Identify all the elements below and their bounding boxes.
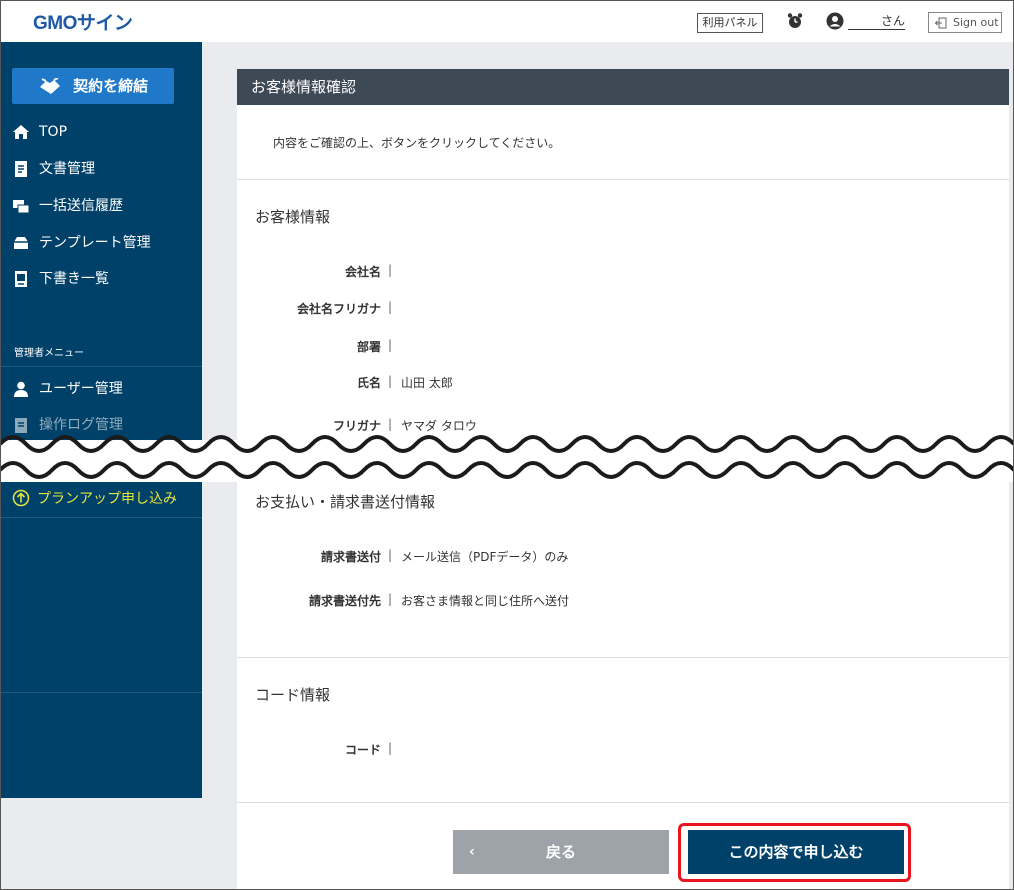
chevron-left-icon: ‹ [469,844,475,860]
field-separator: | [388,338,393,352]
sidebar-item-bulk-send[interactable]: 一括送信履歴 [12,195,123,217]
field-label-company: 会社名 [344,265,381,279]
top-header: GMOサイン 利用パネル さん Sign out [0,0,1014,42]
sidebar-item-label: テンプレート管理 [39,235,151,251]
template-icon [14,237,28,249]
field-label-invoice-delivery: 請求書送付 [320,550,381,564]
wave-break-divider [0,435,1014,482]
sidebar-item-top[interactable]: TOP [12,121,67,143]
section-divider [237,802,1009,803]
document-icon [15,161,27,177]
sign-out-label: Sign out [953,16,999,29]
submit-application-button[interactable]: この内容で申し込む [688,830,904,874]
handshake-icon [39,77,60,94]
bulk-send-icon [13,200,30,214]
sidebar-divider [0,366,202,367]
contract-button-label: 契約を締結 [73,77,149,95]
usage-panel-button[interactable]: 利用パネル [697,13,763,33]
contract-button[interactable]: 契約を締結 [12,68,174,104]
alarm-clock-icon[interactable] [786,12,804,30]
section-divider [237,657,1009,658]
field-value-invoice-destination: お客さま情報と同じ住所へ送付 [401,594,570,608]
field-separator: | [388,548,393,562]
intro-text: 内容をご確認の上、ボタンをクリックしてください。 [273,136,561,150]
home-icon [13,125,29,139]
sidebar-item-label: 下書き一覧 [39,271,109,287]
username-link[interactable]: さん [848,13,905,30]
field-label-invoice-destination: 請求書送付先 [308,594,381,608]
back-button[interactable]: ‹ 戻る [453,830,669,874]
sidebar-item-drafts[interactable]: 下書き一覧 [12,268,109,290]
sidebar-item-documents[interactable]: 文書管理 [12,158,95,180]
user-icon [14,381,28,397]
sign-out-icon [935,17,947,29]
field-label-department: 部署 [356,340,381,354]
sidebar-item-label: TOP [39,124,68,140]
sidebar-item-label: 一括送信履歴 [39,198,123,214]
field-separator: | [388,263,393,277]
back-button-label: 戻る [545,843,576,861]
customer-info-heading: お客様情報 [255,208,331,226]
field-separator: | [388,417,393,431]
field-separator: | [388,300,393,314]
sidebar-item-user-management[interactable]: ユーザー管理 [12,378,123,400]
user-avatar-icon[interactable] [826,12,844,30]
field-value-invoice-delivery: メール送信（PDFデータ）のみ [401,550,569,564]
field-separator: | [388,741,393,755]
field-label-name: 氏名 [356,376,381,390]
field-separator: | [388,592,393,606]
sidebar-item-label: 文書管理 [39,161,95,177]
field-value-name: 山田 太郎 [401,376,453,390]
field-separator: | [388,374,393,388]
section-divider [237,179,1009,180]
page-title: お客様情報確認 [237,69,1009,105]
field-label-code: コード [344,743,381,757]
sidebar-bottom-gap [0,798,202,890]
draft-icon [15,271,27,287]
sidebar-item-label: ユーザー管理 [39,381,123,397]
field-label-company-kana: 会社名フリガナ [296,302,381,316]
admin-menu-heading: 管理者メニュー [14,348,84,359]
sidebar-item-templates[interactable]: テンプレート管理 [12,232,151,254]
sign-out-button[interactable]: Sign out [928,12,1002,33]
payment-info-heading: お支払い・請求書送付情報 [255,493,436,511]
gmo-sign-logo[interactable]: GMOサイン [33,8,133,35]
code-info-heading: コード情報 [255,686,331,704]
